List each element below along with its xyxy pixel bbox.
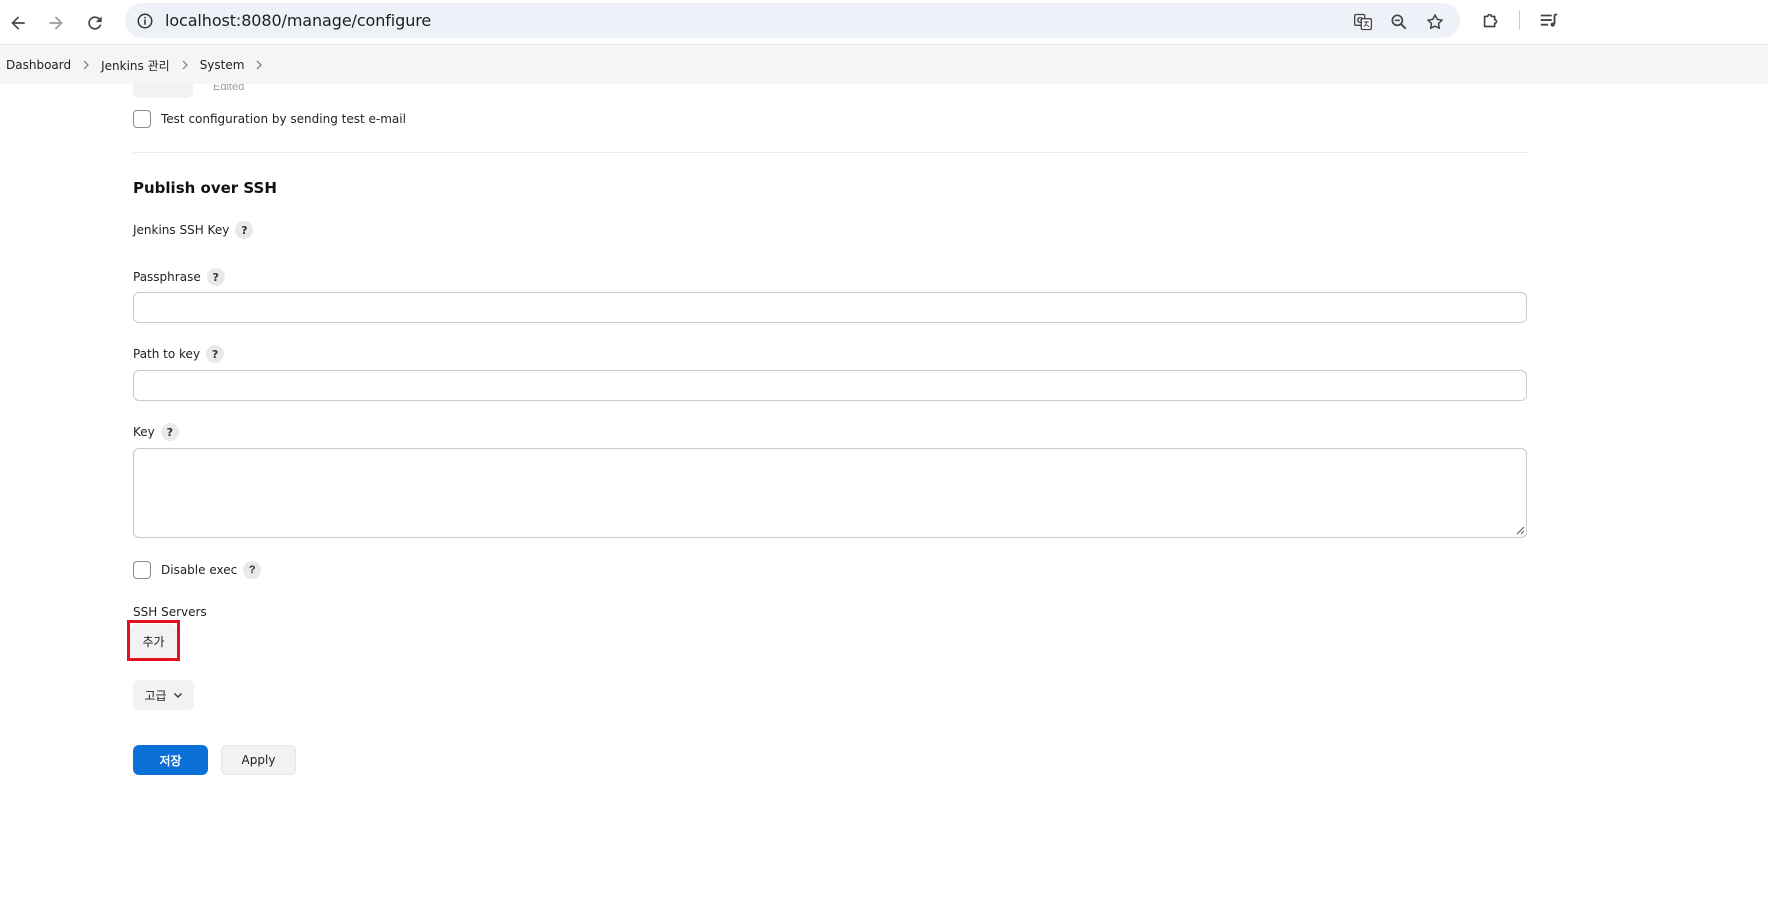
translate-button[interactable]: G xyxy=(1351,10,1375,34)
chevron-right-icon xyxy=(180,60,190,70)
chevron-down-icon xyxy=(173,693,182,698)
passphrase-label-row: Passphrase ? xyxy=(133,268,225,286)
section-divider xyxy=(133,152,1528,153)
apply-button[interactable]: Apply xyxy=(221,745,296,775)
resize-handle-icon[interactable] xyxy=(1515,525,1525,535)
bookmark-button[interactable] xyxy=(1423,10,1447,34)
section-title: Publish over SSH xyxy=(133,179,277,197)
help-icon[interactable]: ? xyxy=(243,561,262,579)
edited-indicator: Edited xyxy=(213,84,245,93)
disable-exec-label[interactable]: Disable exec xyxy=(161,563,237,577)
passphrase-label: Passphrase xyxy=(133,270,201,284)
passphrase-input[interactable] xyxy=(133,292,1527,323)
save-button[interactable]: 저장 xyxy=(133,745,208,775)
star-icon xyxy=(1427,14,1443,30)
test-config-row: Test configuration by sending test e-mai… xyxy=(133,110,406,128)
breadcrumb-jenkins-manage[interactable]: Jenkins 관리 xyxy=(101,57,170,74)
reload-icon xyxy=(88,16,102,30)
forward-button[interactable] xyxy=(41,8,71,38)
add-ssh-server-button[interactable]: 추가 xyxy=(130,624,177,658)
partial-advanced-row: Edited xyxy=(133,84,333,98)
help-icon[interactable]: ? xyxy=(206,268,225,286)
media-queue-icon xyxy=(1540,13,1558,27)
jenkins-ssh-key-label: Jenkins SSH Key xyxy=(133,223,230,237)
help-icon[interactable]: ? xyxy=(160,423,179,441)
key-label-row: Key ? xyxy=(133,423,179,441)
disable-exec-row: Disable exec ? xyxy=(133,561,262,579)
partial-advanced-button[interactable] xyxy=(133,84,193,98)
translate-icon: G xyxy=(1354,13,1372,31)
zoom-icon xyxy=(1391,14,1407,30)
reload-button[interactable] xyxy=(80,8,110,38)
breadcrumb-dashboard[interactable]: Dashboard xyxy=(6,58,71,72)
back-button[interactable] xyxy=(3,8,33,38)
arrow-right-icon xyxy=(49,16,63,30)
advanced-button[interactable]: 고급 xyxy=(133,680,194,710)
path-to-key-input[interactable] xyxy=(133,370,1527,401)
site-info-button[interactable] xyxy=(133,9,157,33)
url-text[interactable]: localhost:8080/manage/configure xyxy=(165,11,431,30)
path-to-key-label-row: Path to key ? xyxy=(133,345,225,363)
address-bar[interactable]: localhost:8080/manage/configure G xyxy=(125,3,1460,38)
browser-toolbar: localhost:8080/manage/configure G xyxy=(0,0,1768,45)
breadcrumb: Dashboard Jenkins 관리 System xyxy=(0,46,1768,84)
disable-exec-checkbox[interactable] xyxy=(133,561,151,579)
puzzle-icon xyxy=(1483,13,1498,28)
test-config-label[interactable]: Test configuration by sending test e-mai… xyxy=(161,112,406,126)
breadcrumb-system[interactable]: System xyxy=(200,58,245,72)
help-icon[interactable]: ? xyxy=(206,345,225,363)
media-button[interactable] xyxy=(1536,8,1562,34)
key-label: Key xyxy=(133,425,155,439)
help-icon[interactable]: ? xyxy=(235,221,254,239)
extensions-button[interactable] xyxy=(1478,8,1504,34)
zoom-button[interactable] xyxy=(1387,10,1411,34)
test-config-checkbox[interactable] xyxy=(133,110,151,128)
chevron-right-icon xyxy=(81,60,91,70)
arrow-left-icon xyxy=(11,16,25,30)
jenkins-ssh-key-label-row: Jenkins SSH Key ? xyxy=(133,221,254,239)
toolbar-separator xyxy=(1519,10,1520,30)
key-textarea[interactable] xyxy=(133,448,1527,538)
advanced-button-label: 고급 xyxy=(144,688,167,703)
info-icon xyxy=(137,13,153,29)
chevron-right-icon[interactable] xyxy=(254,60,264,70)
path-to-key-label: Path to key xyxy=(133,347,201,361)
ssh-servers-label: SSH Servers xyxy=(133,605,207,619)
